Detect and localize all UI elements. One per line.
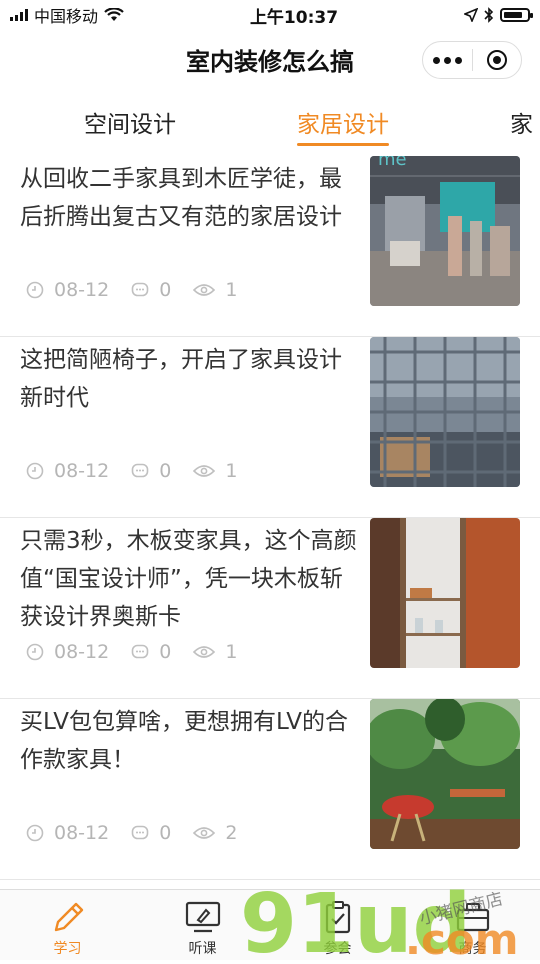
clock-icon <box>26 462 44 480</box>
pencil-icon <box>54 902 83 932</box>
article-date: 08-12 <box>54 641 110 663</box>
article-date: 08-12 <box>54 822 110 844</box>
tab-space-design[interactable]: 空间设计 <box>84 88 176 156</box>
clock-icon <box>26 824 44 842</box>
tabbar-label: 参会 <box>323 941 352 957</box>
eye-icon <box>193 646 216 658</box>
bottom-tab-bar: 学习 听课 参会 商务 <box>0 889 540 960</box>
article-title: 这把简陋椅子，开启了家具设计新时代 <box>20 347 342 411</box>
svg-text:me: me <box>378 156 407 170</box>
status-bar: 中国移动 上午10:37 <box>0 0 540 30</box>
article-comments: 0 <box>159 460 172 482</box>
article-views: 1 <box>225 279 238 301</box>
tabbar-label: 商务 <box>458 941 487 957</box>
comment-icon <box>131 644 149 659</box>
article-date: 08-12 <box>54 460 110 482</box>
tabbar-item-study[interactable]: 学习 <box>0 890 135 960</box>
article-title: 只需3秒，木板变家具，这个高颜值“国宝设计师”，凭一块木板斩获设计界奥斯卡 <box>20 528 357 630</box>
article-thumbnail[interactable] <box>370 337 520 487</box>
comment-icon <box>131 825 149 840</box>
clock-icon <box>26 281 44 299</box>
close-button[interactable] <box>473 42 522 78</box>
eye-icon <box>193 827 216 839</box>
tabbar-label: 听课 <box>188 941 217 957</box>
comment-icon <box>131 463 149 478</box>
article-item[interactable]: 从回收二手家具到木匠学徒，最后折腾出复古又有范的家居设计 08-12 0 1 m… <box>0 156 540 337</box>
clipboard-icon <box>325 901 350 934</box>
article-item[interactable]: 这把简陋椅子，开启了家具设计新时代 08-12 0 1 <box>0 337 540 518</box>
tab-home-design[interactable]: 家居设计 <box>297 88 389 156</box>
article-title: 买LV包包算啥，更想拥有LV的合作款家具！ <box>20 709 349 773</box>
article-comments: 0 <box>159 822 172 844</box>
article-thumbnail[interactable] <box>370 518 520 668</box>
article-meta: 08-12 0 1 <box>26 641 259 663</box>
tab-next[interactable]: 家 <box>510 88 540 156</box>
category-tabs: 空间设计 家居设计 家 <box>0 88 540 156</box>
tabbar-item-conference[interactable]: 参会 <box>270 890 405 960</box>
eye-icon <box>193 284 216 296</box>
article-comments: 0 <box>159 641 172 663</box>
article-thumbnail[interactable] <box>370 699 520 849</box>
screen-icon <box>185 901 220 933</box>
more-button[interactable] <box>423 42 472 78</box>
carrier-label: 中国移动 <box>34 7 99 26</box>
more-dots-icon <box>432 56 462 64</box>
article-item[interactable]: 买LV包包算啥，更想拥有LV的合作款家具！ 08-12 0 2 <box>0 699 540 880</box>
battery-icon <box>499 8 533 22</box>
nav-bar: 室内装修怎么搞 <box>0 30 540 88</box>
clock-icon <box>26 643 44 661</box>
briefcase-icon <box>456 903 489 932</box>
article-meta: 08-12 0 2 <box>26 822 259 844</box>
page-title: 室内装修怎么搞 <box>186 47 354 76</box>
status-time: 上午10:37 <box>249 7 339 28</box>
tabbar-item-lecture[interactable]: 听课 <box>135 890 270 960</box>
article-meta: 08-12 0 1 <box>26 460 259 482</box>
comment-icon <box>131 282 149 297</box>
article-views: 1 <box>225 460 238 482</box>
wifi-icon <box>104 8 124 21</box>
eye-icon <box>193 465 216 477</box>
article-meta: 08-12 0 1 <box>26 279 259 301</box>
article-title: 从回收二手家具到木匠学徒，最后折腾出复古又有范的家居设计 <box>20 166 342 230</box>
location-arrow-icon <box>463 8 478 22</box>
article-thumbnail[interactable]: me <box>370 156 520 306</box>
article-views: 1 <box>225 641 238 663</box>
bluetooth-icon <box>484 7 494 23</box>
article-views: 2 <box>225 822 238 844</box>
article-date: 08-12 <box>54 279 110 301</box>
article-comments: 0 <box>159 279 172 301</box>
tabbar-label: 学习 <box>53 941 82 957</box>
signal-icon <box>10 9 28 21</box>
tabbar-item-business[interactable]: 商务 <box>405 890 540 960</box>
close-target-icon <box>486 50 507 70</box>
mini-program-capsule <box>422 41 522 79</box>
article-item[interactable]: 只需3秒，木板变家具，这个高颜值“国宝设计师”，凭一块木板斩获设计界奥斯卡 08… <box>0 518 540 699</box>
